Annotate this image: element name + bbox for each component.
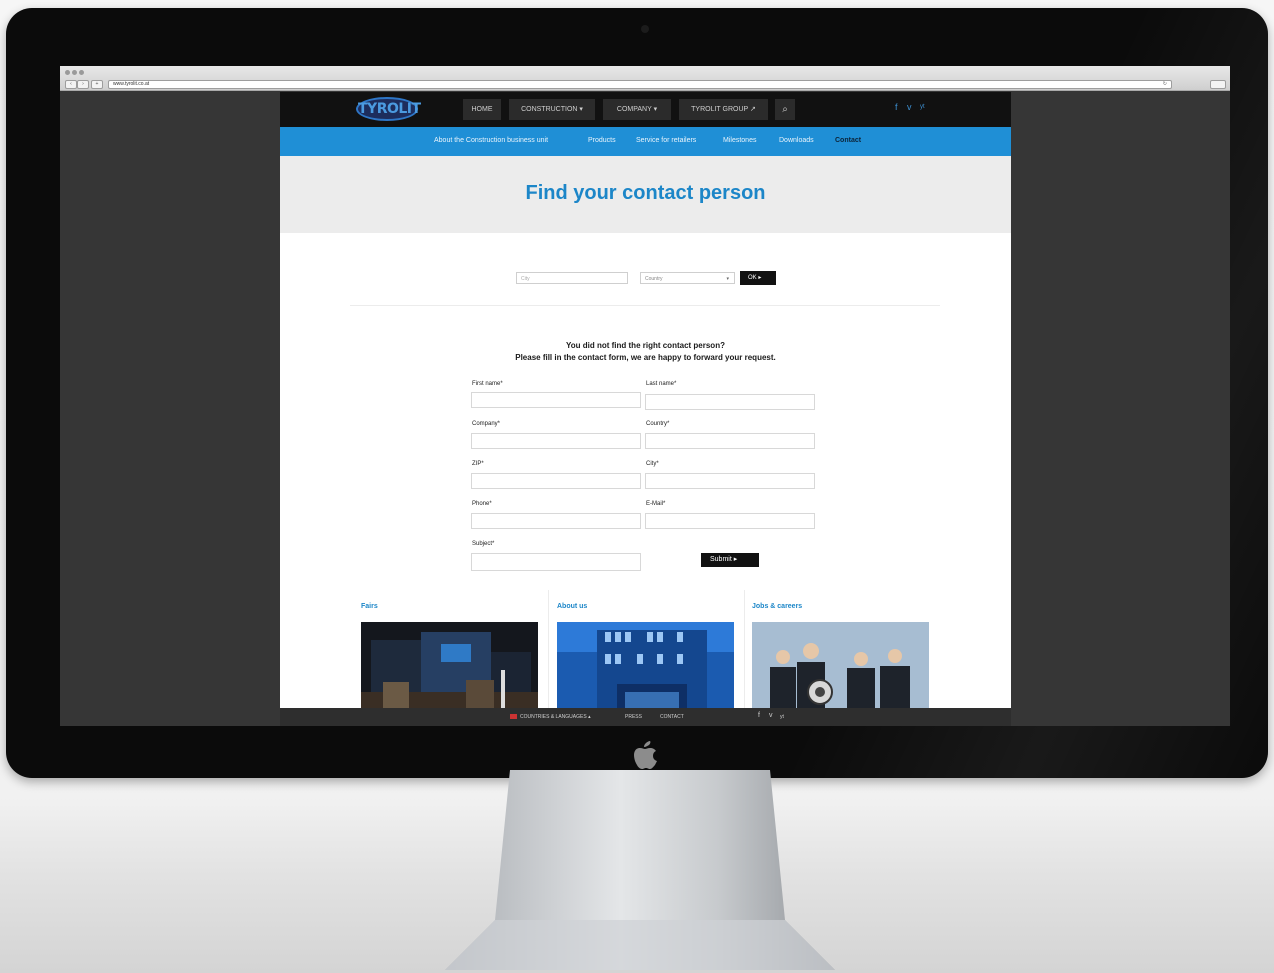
top-navigation: TYROLIT HOME CONSTRUCTION ▾ COMPANY ▾ TY… bbox=[280, 92, 1011, 127]
search-icon[interactable]: ⌕ bbox=[775, 99, 795, 120]
first-name-field[interactable] bbox=[471, 392, 641, 408]
subject-field[interactable] bbox=[471, 553, 641, 571]
city-field[interactable] bbox=[645, 473, 815, 489]
address-url: www.tyrolit.co.at bbox=[113, 81, 150, 87]
close-window-icon[interactable] bbox=[65, 70, 70, 75]
email-field[interactable] bbox=[645, 513, 815, 529]
subnav-milestones[interactable]: Milestones bbox=[723, 137, 756, 144]
phone-label: Phone* bbox=[472, 501, 492, 507]
flag-icon bbox=[510, 714, 517, 719]
extension-button[interactable] bbox=[1210, 80, 1226, 89]
site-footer: COUNTRIES & LANGUAGES ▴ PRESS CONTACT f … bbox=[280, 708, 1011, 726]
youtube-icon[interactable]: yt bbox=[920, 104, 925, 110]
zoom-window-icon[interactable] bbox=[79, 70, 84, 75]
chevron-down-icon: ▾ bbox=[726, 276, 729, 282]
nav-company[interactable]: COMPANY ▾ bbox=[603, 99, 671, 120]
company-label: Company* bbox=[472, 421, 501, 427]
email-label: E-Mail* bbox=[646, 501, 666, 507]
divider bbox=[744, 590, 745, 726]
monitor-stand bbox=[445, 770, 835, 970]
company-field[interactable] bbox=[471, 433, 641, 449]
country-field[interactable] bbox=[645, 433, 815, 449]
city-label: City* bbox=[646, 461, 659, 467]
add-tab-button[interactable]: + bbox=[91, 80, 103, 89]
zip-label: ZIP* bbox=[472, 461, 484, 467]
first-name-label: First name* bbox=[472, 381, 503, 387]
last-name-field[interactable] bbox=[645, 394, 815, 410]
back-button[interactable]: ‹ bbox=[65, 80, 77, 89]
card-title-about[interactable]: About us bbox=[557, 603, 587, 610]
card-title-jobs[interactable]: Jobs & careers bbox=[752, 603, 802, 610]
monitor-bezel: ‹ › + www.tyrolit.co.at ↻ TYROLIT HOME C… bbox=[6, 8, 1268, 778]
sub-navigation: About the Construction business unit Pro… bbox=[280, 127, 1011, 156]
last-name-label: Last name* bbox=[646, 381, 677, 387]
form-intro: You did not find the right contact perso… bbox=[280, 340, 1011, 364]
country-select-value: Country bbox=[645, 276, 663, 282]
tyrolit-logo[interactable]: TYROLIT bbox=[356, 97, 421, 121]
browser-chrome: ‹ › + www.tyrolit.co.at ↻ bbox=[60, 66, 1230, 91]
subnav-products[interactable]: Products bbox=[588, 137, 616, 144]
subnav-about[interactable]: About the Construction business unit bbox=[434, 137, 548, 144]
youtube-icon[interactable]: yt bbox=[780, 714, 784, 720]
country-label: Country* bbox=[646, 421, 670, 427]
address-bar[interactable]: www.tyrolit.co.at ↻ bbox=[108, 80, 1172, 89]
city-search-input[interactable]: City bbox=[516, 272, 628, 284]
hero-banner: Find your contact person bbox=[280, 156, 1011, 233]
forward-button[interactable]: › bbox=[77, 80, 89, 89]
subnav-service[interactable]: Service for retailers bbox=[636, 137, 696, 144]
vimeo-icon[interactable]: v bbox=[907, 102, 912, 112]
card-title-fairs[interactable]: Fairs bbox=[361, 603, 378, 610]
contact-link[interactable]: CONTACT bbox=[660, 714, 684, 720]
facebook-icon[interactable]: f bbox=[895, 102, 898, 112]
subnav-downloads[interactable]: Downloads bbox=[779, 137, 814, 144]
countries-languages-link[interactable]: COUNTRIES & LANGUAGES ▴ bbox=[520, 714, 591, 720]
press-link[interactable]: PRESS bbox=[625, 714, 642, 720]
vimeo-icon[interactable]: v bbox=[769, 712, 773, 719]
website: TYROLIT HOME CONSTRUCTION ▾ COMPANY ▾ TY… bbox=[280, 92, 1011, 726]
page-title: Find your contact person bbox=[525, 182, 766, 204]
zip-field[interactable] bbox=[471, 473, 641, 489]
country-select[interactable]: Country ▾ bbox=[640, 272, 735, 284]
phone-field[interactable] bbox=[471, 513, 641, 529]
logo-text: TYROLIT bbox=[358, 101, 421, 117]
nav-home[interactable]: HOME bbox=[463, 99, 501, 120]
reload-icon[interactable]: ↻ bbox=[1163, 81, 1167, 88]
facebook-icon[interactable]: f bbox=[758, 712, 760, 719]
divider bbox=[548, 590, 549, 726]
divider bbox=[350, 305, 940, 306]
subject-label: Subject* bbox=[472, 541, 495, 547]
search-ok-button[interactable]: OK ▸ bbox=[740, 271, 776, 285]
submit-button[interactable]: Submit ▸ bbox=[701, 553, 759, 567]
apple-logo-icon bbox=[634, 741, 657, 769]
form-intro-line2: Please fill in the contact form, we are … bbox=[515, 353, 776, 362]
nav-tyrolit-group[interactable]: TYROLIT GROUP ↗ bbox=[679, 99, 768, 120]
display-screen: ‹ › + www.tyrolit.co.at ↻ TYROLIT HOME C… bbox=[60, 66, 1230, 726]
form-intro-line1: You did not find the right contact perso… bbox=[566, 341, 725, 350]
nav-construction[interactable]: CONSTRUCTION ▾ bbox=[509, 99, 595, 120]
subnav-contact[interactable]: Contact bbox=[835, 137, 861, 144]
camera-icon bbox=[641, 25, 649, 33]
minimize-window-icon[interactable] bbox=[72, 70, 77, 75]
